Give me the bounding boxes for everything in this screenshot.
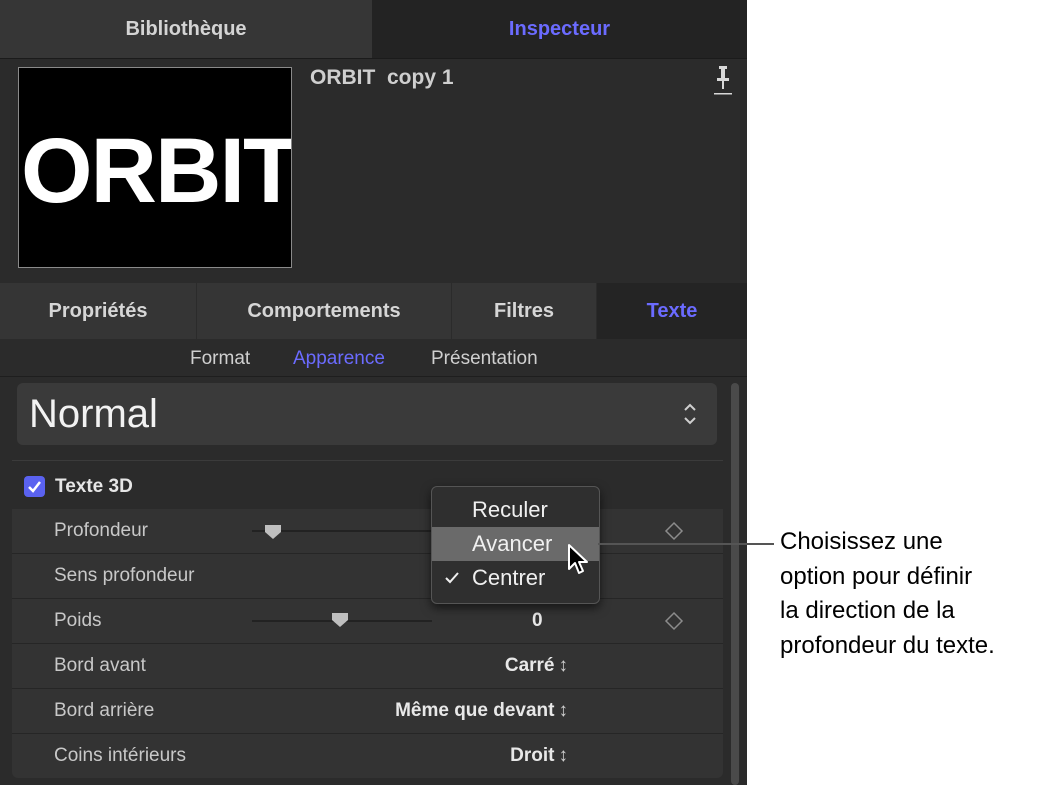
divider <box>12 460 723 461</box>
up-down-arrows-icon <box>683 402 697 431</box>
depth-slider-thumb[interactable] <box>264 524 282 540</box>
inner-corners-value: Droit <box>510 745 555 766</box>
divider <box>0 58 747 59</box>
weight-label: Poids <box>54 610 102 631</box>
object-name: ORBIT copy 1 <box>310 66 454 89</box>
tab-library[interactable]: Bibliothèque <box>0 0 372 58</box>
back-edge-popup[interactable]: Même que devant ↕ <box>395 689 568 733</box>
weight-value[interactable]: 0 <box>532 599 543 643</box>
pin-icon[interactable] <box>712 64 734 98</box>
tab-filters-label: Filtres <box>493 299 555 322</box>
row-depth-direction: Sens profondeur <box>12 554 723 598</box>
keyframe-diamond-icon[interactable] <box>664 521 684 541</box>
scrollbar[interactable] <box>731 383 739 785</box>
tab-library-label: Bibliothèque <box>125 17 247 40</box>
preview-thumbnail: ORBIT <box>18 67 292 268</box>
tab-behaviors[interactable]: Comportements <box>197 283 451 339</box>
depth-label: Profondeur <box>54 520 149 541</box>
row-inner-corners: Coins intérieurs Droit ↕ <box>12 734 723 778</box>
section-label: Texte 3D <box>55 476 133 497</box>
thumbnail-text: ORBIT <box>21 120 292 222</box>
inner-corners-label: Coins intérieurs <box>54 745 186 766</box>
mouse-cursor-icon <box>568 544 588 574</box>
menu-item-label: Avancer <box>472 531 553 556</box>
menu-item-label: Centrer <box>472 565 546 590</box>
checkmark-icon <box>445 572 459 584</box>
depth-direction-label: Sens profondeur <box>54 565 195 586</box>
front-edge-popup[interactable]: Carré ↕ <box>505 644 568 688</box>
subtab-appearance[interactable]: Apparence <box>293 348 385 370</box>
tab-behaviors-label: Comportements <box>247 299 401 322</box>
style-preset-value: Normal <box>29 392 158 436</box>
menu-item-reculer[interactable]: Reculer <box>432 493 599 527</box>
row-depth: Profondeur <box>12 509 723 553</box>
divider <box>0 376 747 377</box>
back-edge-label: Bord arrière <box>54 700 155 721</box>
tab-properties[interactable]: Propriétés <box>0 283 196 339</box>
subtab-layout[interactable]: Présentation <box>431 348 538 370</box>
row-back-edge: Bord arrière Même que devant ↕ <box>12 689 723 733</box>
up-down-arrows-icon: ↕ <box>558 655 569 676</box>
tab-inspector[interactable]: Inspecteur <box>372 0 747 58</box>
tab-text-label: Texte <box>646 299 698 322</box>
callout-text: Choisissez une option pour définir la di… <box>780 528 995 659</box>
up-down-arrows-icon: ↕ <box>558 745 569 766</box>
weight-slider-thumb[interactable] <box>331 612 349 628</box>
front-edge-value: Carré <box>504 655 555 676</box>
inner-corners-popup[interactable]: Droit ↕ <box>510 734 568 778</box>
inspector-panel: Bibliothèque Inspecteur ORBIT ORBIT copy… <box>0 0 747 785</box>
tab-filters[interactable]: Filtres <box>452 283 596 339</box>
style-preset-popup[interactable]: Normal <box>17 383 717 445</box>
callout-line <box>598 543 774 545</box>
up-down-arrows-icon: ↕ <box>558 700 569 721</box>
checkmark-icon <box>28 481 41 493</box>
row-weight: Poids 0 <box>12 599 723 643</box>
front-edge-label: Bord avant <box>54 655 146 676</box>
row-front-edge: Bord avant Carré ↕ <box>12 644 723 688</box>
inspector-tabs: Propriétés Comportements Filtres Texte <box>0 283 747 339</box>
tab-properties-label: Propriétés <box>48 299 148 322</box>
texte-3d-checkbox[interactable] <box>24 476 45 497</box>
tab-text[interactable]: Texte <box>597 283 747 339</box>
keyframe-diamond-icon[interactable] <box>664 611 684 631</box>
subtab-format[interactable]: Format <box>190 348 250 370</box>
back-edge-value: Même que devant <box>395 700 555 721</box>
menu-item-label: Reculer <box>472 497 548 522</box>
tab-inspector-label: Inspecteur <box>508 17 611 40</box>
